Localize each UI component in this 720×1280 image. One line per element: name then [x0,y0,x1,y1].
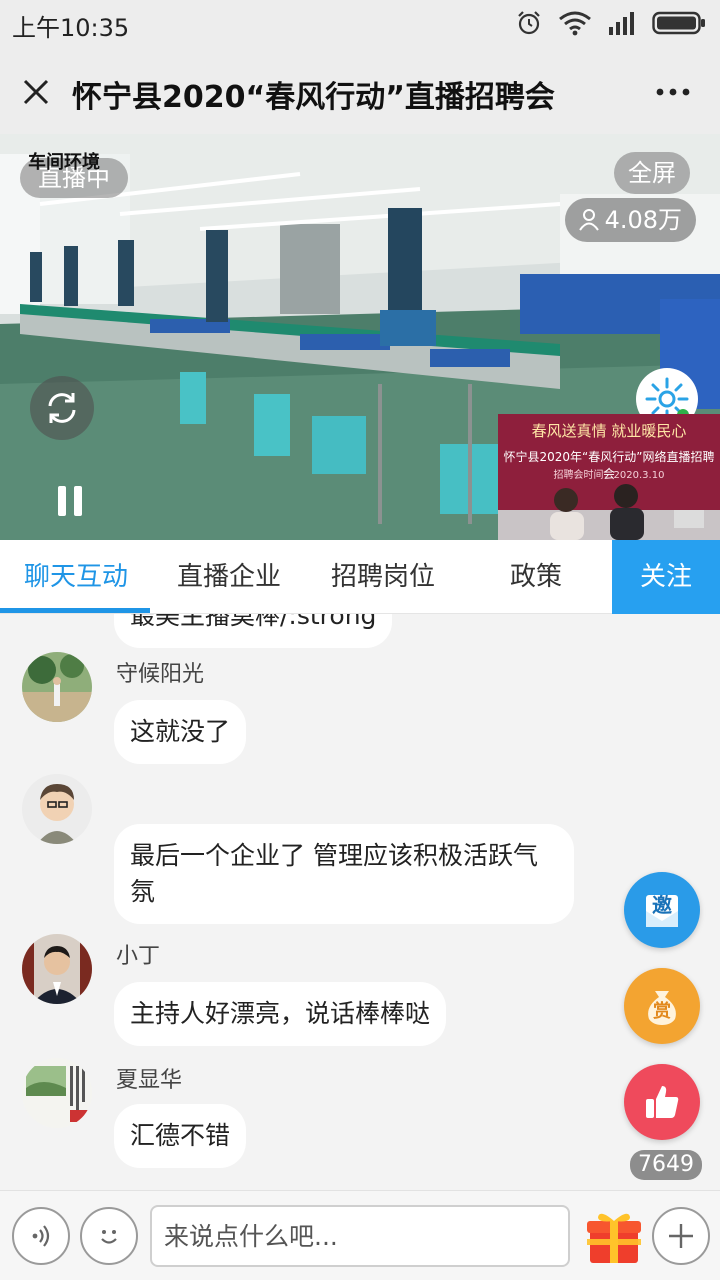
live-video-player[interactable]: 直播中 车间环境 全屏 4.08万 春风送真情 就业暖民心 怀宁县2020年“春… [0,134,720,540]
username: 夏显华 [116,1068,183,1093]
emoji-button[interactable] [80,1207,138,1265]
person-icon [578,209,599,231]
message-input[interactable] [150,1205,570,1267]
viewer-count-badge: 4.08万 [564,198,696,242]
page-title: 怀宁县2020“春风行动”直播招聘会 [72,80,555,115]
message-bubble: 主持人好漂亮，说话棒棒哒 [114,982,447,1046]
tab-companies[interactable]: 直播企业 [152,540,306,614]
reward-label: 赏 [653,1001,671,1022]
more-actions-button[interactable] [652,1207,710,1265]
username: 守候阳光 [116,662,205,687]
hosts-image [498,484,720,540]
scene-caption: 车间环境 [28,152,100,173]
alarm-icon [518,11,540,35]
message-bubble: 最后一个企业了 管理应该积极活跃气氛 [114,824,574,924]
message-bubble: 汇德不错 [114,1104,247,1168]
like-count: 7649 [630,1150,702,1180]
like-button[interactable] [624,1064,700,1140]
tab-bar: 聊天互动 直播企业 招聘岗位 政策 关注 [0,540,720,614]
avatar[interactable] [22,652,92,722]
more-icon [656,88,690,96]
tab-policy[interactable]: 政策 [460,540,612,614]
pause-button[interactable] [58,486,88,518]
message-input-bar [0,1190,720,1280]
wifi-icon [559,11,591,36]
follow-button[interactable]: 关注 [612,540,720,614]
host-pip-video[interactable]: 春风送真情 就业暖民心 怀宁县2020年“春风行动”网络直播招聘会 招聘会时间：… [498,414,720,540]
more-button[interactable] [648,72,698,112]
rotate-screen-button[interactable] [30,376,94,440]
smiley-icon [101,1230,117,1244]
avatar[interactable] [22,774,92,844]
viewer-count: 4.08万 [604,206,682,234]
pause-icon-bar [74,486,82,516]
chat-list[interactable]: 最美主播莫棒/:strong 守候阳光 这就没了 最后一个企业了 管理应该积极活… [0,614,720,1190]
username: 小丁 [116,944,161,969]
thumbs-up-icon [646,1086,679,1118]
reward-button[interactable]: 赏 [624,968,700,1044]
rotate-icon [48,393,76,423]
tab-jobs[interactable]: 招聘岗位 [306,540,460,614]
message-bubble: 这就没了 [114,700,247,764]
status-time: 上午10:35 [12,14,130,42]
status-bar: 上午10:35 [0,0,720,50]
invite-button[interactable]: 邀 [624,872,700,948]
status-icons [516,10,706,36]
message-bubble: 最美主播莫棒/:strong [114,614,393,648]
invite-label: 邀 [652,893,672,917]
voice-button[interactable] [12,1207,70,1265]
active-tab-indicator [0,608,150,613]
gift-icon[interactable] [586,1207,642,1265]
signal-icon [609,12,634,35]
voice-icon [32,1225,50,1247]
avatar[interactable] [22,934,92,1004]
battery-icon [652,11,705,35]
title-bar: 怀宁县2020“春风行动”直播招聘会 [0,50,720,134]
plus-icon [669,1224,693,1248]
avatar[interactable] [22,1058,92,1128]
tab-chat[interactable]: 聊天互动 [0,540,152,614]
pause-icon-bar [58,486,66,516]
fullscreen-button[interactable]: 全屏 [614,152,690,194]
close-icon [23,79,49,105]
close-button[interactable] [14,70,58,114]
